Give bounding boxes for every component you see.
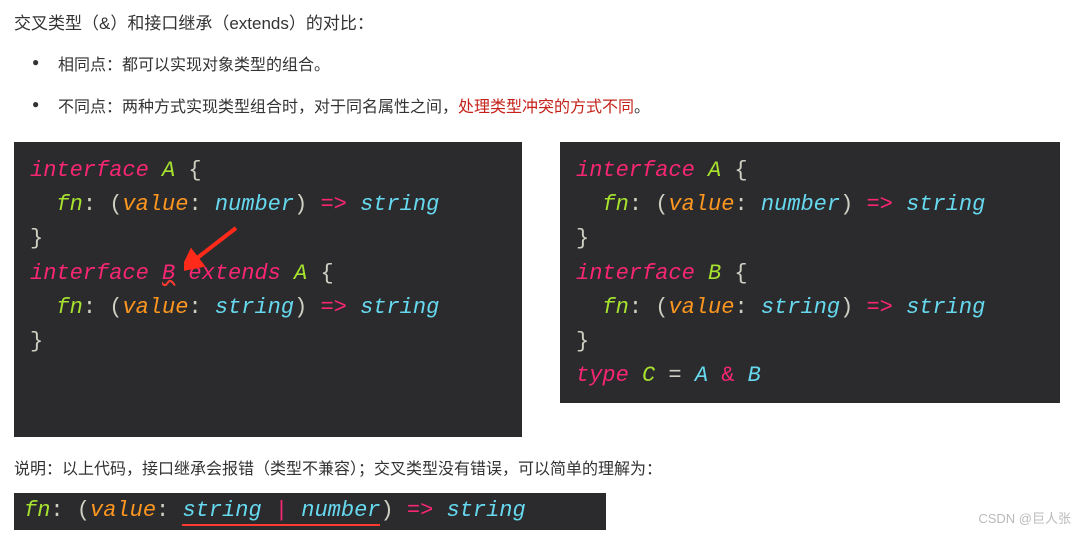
punc: ) [840,295,866,320]
punc: : [734,192,760,217]
type-number: number [215,192,294,217]
bullet-diff: 不同点：两种方式实现类型组合时，对于同名属性之间，处理类型冲突的方式不同。 [14,92,1067,124]
bullet-same: 相同点：都可以实现对象类型的组合。 [14,50,1067,82]
type-A: A [708,158,721,183]
punc: ) [380,498,406,523]
punc: : ( [629,295,669,320]
punc: ) [294,192,320,217]
punc: : ( [629,192,669,217]
bullet-diff-prefix: 不同点：两种方式实现类型组合时，对于同名属性之间， [58,99,458,116]
kw-interface: interface [30,261,149,286]
kw-interface: interface [576,261,695,286]
type-string: string [893,295,985,320]
watermark: CSDN @巨人张 [978,507,1071,532]
type-A-sup: A [281,261,307,286]
type-B-error: B [162,261,175,286]
arrow-op: => [320,295,346,320]
intersection-op: & [708,363,748,388]
arrow-op: => [407,498,433,523]
bullet-diff-suffix: 。 [634,99,650,116]
type-B: B [708,261,721,286]
type-string: string [433,498,525,523]
type-number-union: number [301,498,380,526]
prop-fn: fn [56,295,82,320]
type-string-union: string [182,498,261,526]
kw-interface: interface [576,158,695,183]
param-value: value [668,192,734,217]
prop-fn: fn [56,192,82,217]
type-string: string [347,192,439,217]
ref-A: A [695,363,708,388]
union-op: | [262,498,302,526]
arrow-op: => [320,192,346,217]
bullet-list: 相同点：都可以实现对象类型的组合。 不同点：两种方式实现类型组合时，对于同名属性… [14,50,1067,124]
punc: : [188,295,214,320]
code-block-bottom: fn: (value: string | number) => string [14,493,606,530]
brace: { [175,158,201,183]
brace: { [307,261,333,286]
arrow-op: => [866,192,892,217]
eq: = [655,363,695,388]
prop-fn: fn [602,295,628,320]
type-string: string [215,295,294,320]
type-number: number [761,192,840,217]
punc: ) [840,192,866,217]
heading: 交叉类型（&）和接口继承（extends）的对比： [14,8,1067,40]
punc: : ( [83,192,123,217]
code-block-right: interface A { fn: (value: number) => str… [560,142,1060,403]
brace: } [30,329,43,354]
type-A: A [162,158,175,183]
brace: { [721,158,747,183]
type-string: string [347,295,439,320]
brace: } [30,226,43,251]
arrow-op: => [866,295,892,320]
note-text: 说明：以上代码，接口继承会报错（类型不兼容）；交叉类型没有错误，可以简单的理解为… [14,455,1067,485]
kw-extends: extends [175,261,281,286]
prop-fn: fn [602,192,628,217]
ref-B: B [748,363,761,388]
punc: : [156,498,182,523]
type-string: string [893,192,985,217]
punc: : ( [83,295,123,320]
type-C: C [629,363,655,388]
brace: } [576,226,589,251]
param-value: value [122,295,188,320]
kw-interface: interface [30,158,149,183]
param-value: value [122,192,188,217]
prop-fn: fn [24,498,50,523]
param-value: value [668,295,734,320]
punc: : [188,192,214,217]
code-block-left: interface A { fn: (value: number) => str… [14,142,522,437]
type-string: string [761,295,840,320]
punc: ) [294,295,320,320]
bullet-diff-emphasis: 处理类型冲突的方式不同 [458,99,634,116]
code-row: interface A { fn: (value: number) => str… [14,142,1067,437]
brace: } [576,329,589,354]
param-value: value [90,498,156,523]
punc: : ( [50,498,90,523]
brace: { [721,261,747,286]
punc: : [734,295,760,320]
kw-type: type [576,363,629,388]
